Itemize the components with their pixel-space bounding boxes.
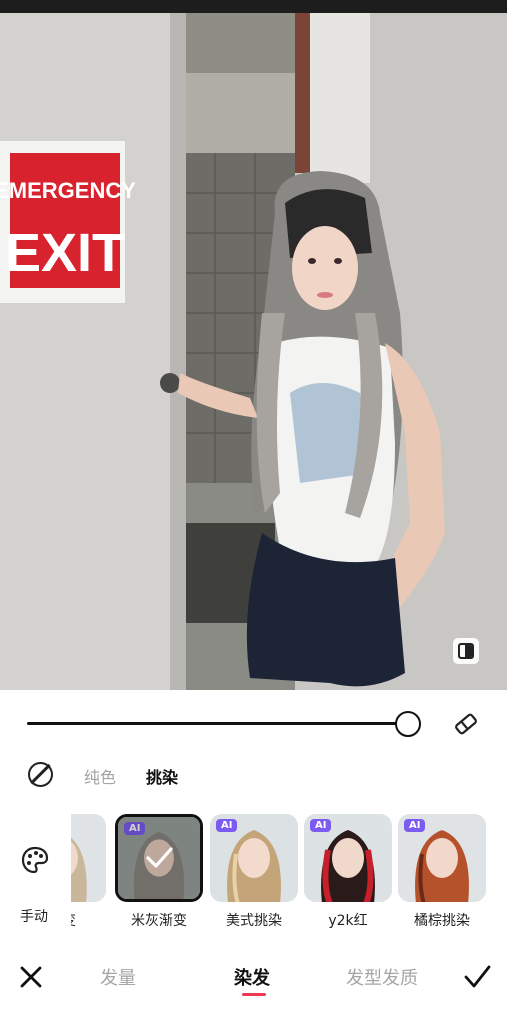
style-label: 橘棕挑染 (414, 913, 470, 929)
manual-label[interactable]: 手动 (20, 906, 48, 926)
ai-badge: AI (216, 819, 238, 832)
style-item-american-highlights[interactable]: AI 美式挑染 (210, 814, 298, 930)
selected-check-icon (118, 817, 200, 899)
slider-knob[interactable] (395, 711, 421, 737)
photo-image: EMERGENCY EXIT (0, 13, 507, 690)
style-label: 米灰渐变 (131, 913, 187, 929)
tab-hair-dye[interactable]: 染发 (234, 964, 270, 990)
style-item-beige-gray[interactable]: AI 米灰渐变 (115, 814, 203, 930)
no-color-icon[interactable] (28, 762, 53, 787)
slider-track (27, 722, 407, 725)
confirm-check-icon[interactable] (462, 962, 492, 992)
style-item-y2k-red[interactable]: AI y2k红 (304, 814, 392, 930)
active-tab-indicator (242, 993, 266, 996)
eraser-icon[interactable] (452, 710, 480, 738)
photo-canvas[interactable]: EMERGENCY EXIT (0, 13, 507, 690)
tab-hairstyle-texture[interactable]: 发型发质 (346, 964, 418, 990)
status-bar (0, 0, 507, 13)
subtab-highlights[interactable]: 挑染 (146, 764, 178, 788)
style-thumbnail: AI (304, 814, 392, 902)
style-thumbnail: AI (398, 814, 486, 902)
ai-badge: AI (404, 819, 426, 832)
style-label: 美式挑染 (226, 913, 282, 929)
tab-hair-volume[interactable]: 发量 (100, 964, 136, 990)
palette-icon[interactable] (20, 845, 50, 875)
compare-icon (458, 643, 474, 659)
style-item-orange-brown-highlights[interactable]: AI 橘棕挑染 (398, 814, 486, 930)
bottom-toolbar: 发量 染发 发型发质 (0, 950, 507, 1002)
close-icon[interactable] (18, 964, 44, 990)
intensity-slider[interactable] (27, 711, 421, 737)
style-thumbnail: AI (210, 814, 298, 902)
subtab-solid[interactable]: 纯色 (84, 764, 116, 788)
editor-panel: 纯色 挑染 手动 渐变 AI 米灰渐变 AI 美式挑染 AI y2k红 AI 橘… (0, 690, 507, 1024)
style-thumbnail: AI (115, 814, 203, 902)
sign-text-exit: EXIT (5, 223, 125, 283)
sign-text-emergency: EMERGENCY (0, 178, 136, 203)
style-label: y2k红 (328, 913, 368, 929)
compare-button[interactable] (453, 638, 479, 664)
ai-badge: AI (310, 819, 332, 832)
